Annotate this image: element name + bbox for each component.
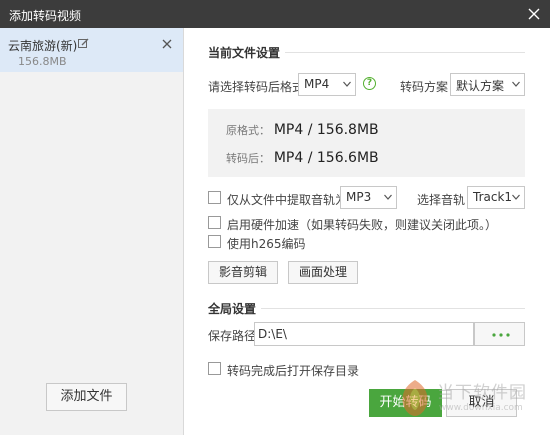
- global-settings-title: 全局设置: [208, 302, 257, 316]
- original-label: 原格式：: [226, 124, 270, 137]
- divider: [285, 52, 525, 53]
- watermark: 当下软件园 www.downxia.com: [395, 372, 550, 424]
- converted-value: MP4 / 156.6MB: [273, 150, 379, 166]
- track-value: Track1: [473, 190, 513, 204]
- picture-process-button[interactable]: 画面处理: [288, 261, 358, 284]
- save-path-label: 保存路径: [208, 329, 257, 343]
- video-edit-button[interactable]: 影音剪辑: [208, 261, 278, 284]
- window-title: 添加转码视频: [9, 9, 82, 23]
- divider: [261, 308, 525, 309]
- open-dir-label: 转码完成后打开保存目录: [227, 364, 360, 378]
- hw-accel-label: 启用硬件加速（如果转码失败，则建议关闭此项。）: [227, 218, 498, 232]
- format-label: 请选择转码后格式: [208, 80, 305, 94]
- h265-checkbox[interactable]: [208, 235, 221, 248]
- chevron-down-icon: [384, 194, 392, 200]
- file-list-panel: 云南旅游(新) 156.8MB: [0, 28, 184, 435]
- chevron-down-icon: [343, 81, 351, 87]
- help-icon[interactable]: ?: [363, 77, 376, 90]
- watermark-logo-icon: [402, 380, 428, 416]
- open-dir-checkbox[interactable]: [208, 362, 221, 375]
- scheme-label: 转码方案: [400, 80, 449, 94]
- file-size: 156.8MB: [18, 55, 67, 68]
- chevron-down-icon: [512, 194, 520, 200]
- format-info-box: 原格式： MP4 / 156.8MB 转码后： MP4 / 156.6MB: [208, 109, 525, 177]
- audio-format-select[interactable]: MP3: [340, 186, 397, 209]
- scheme-select[interactable]: 默认方案: [450, 73, 525, 96]
- extract-audio-checkbox[interactable]: [208, 191, 221, 204]
- browse-button[interactable]: [474, 322, 525, 346]
- scheme-value: 默认方案: [456, 79, 505, 93]
- watermark-url: www.downxia.com: [439, 403, 523, 413]
- chevron-down-icon: [512, 81, 520, 87]
- track-select[interactable]: Track1: [467, 186, 525, 209]
- format-value: MP4: [304, 77, 330, 91]
- converted-label: 转码后：: [226, 152, 270, 165]
- extract-audio-label: 仅从文件中提取音轨为: [227, 193, 348, 207]
- h265-label: 使用h265编码: [227, 237, 306, 251]
- hw-accel-checkbox[interactable]: [208, 216, 221, 229]
- watermark-text: 当下软件园: [437, 383, 527, 403]
- title-bar: 添加转码视频: [0, 0, 550, 28]
- format-select[interactable]: MP4: [298, 73, 356, 96]
- close-icon[interactable]: [524, 4, 544, 24]
- audio-format-value: MP3: [346, 190, 372, 204]
- remove-icon[interactable]: [160, 37, 174, 51]
- converted-format-row: 转码后： MP4 / 156.6MB: [226, 150, 379, 166]
- original-value: MP4 / 156.8MB: [273, 122, 379, 138]
- edit-icon[interactable]: [78, 38, 89, 49]
- file-name: 云南旅游(新): [8, 39, 78, 53]
- add-file-button[interactable]: 添加文件: [46, 383, 127, 411]
- track-label: 选择音轨: [417, 193, 466, 207]
- list-item[interactable]: 云南旅游(新) 156.8MB: [0, 28, 183, 72]
- more-icon: [492, 333, 510, 337]
- original-format-row: 原格式： MP4 / 156.8MB: [226, 122, 379, 138]
- save-path-input[interactable]: D:\E\: [254, 322, 474, 346]
- current-settings-title: 当前文件设置: [208, 46, 281, 60]
